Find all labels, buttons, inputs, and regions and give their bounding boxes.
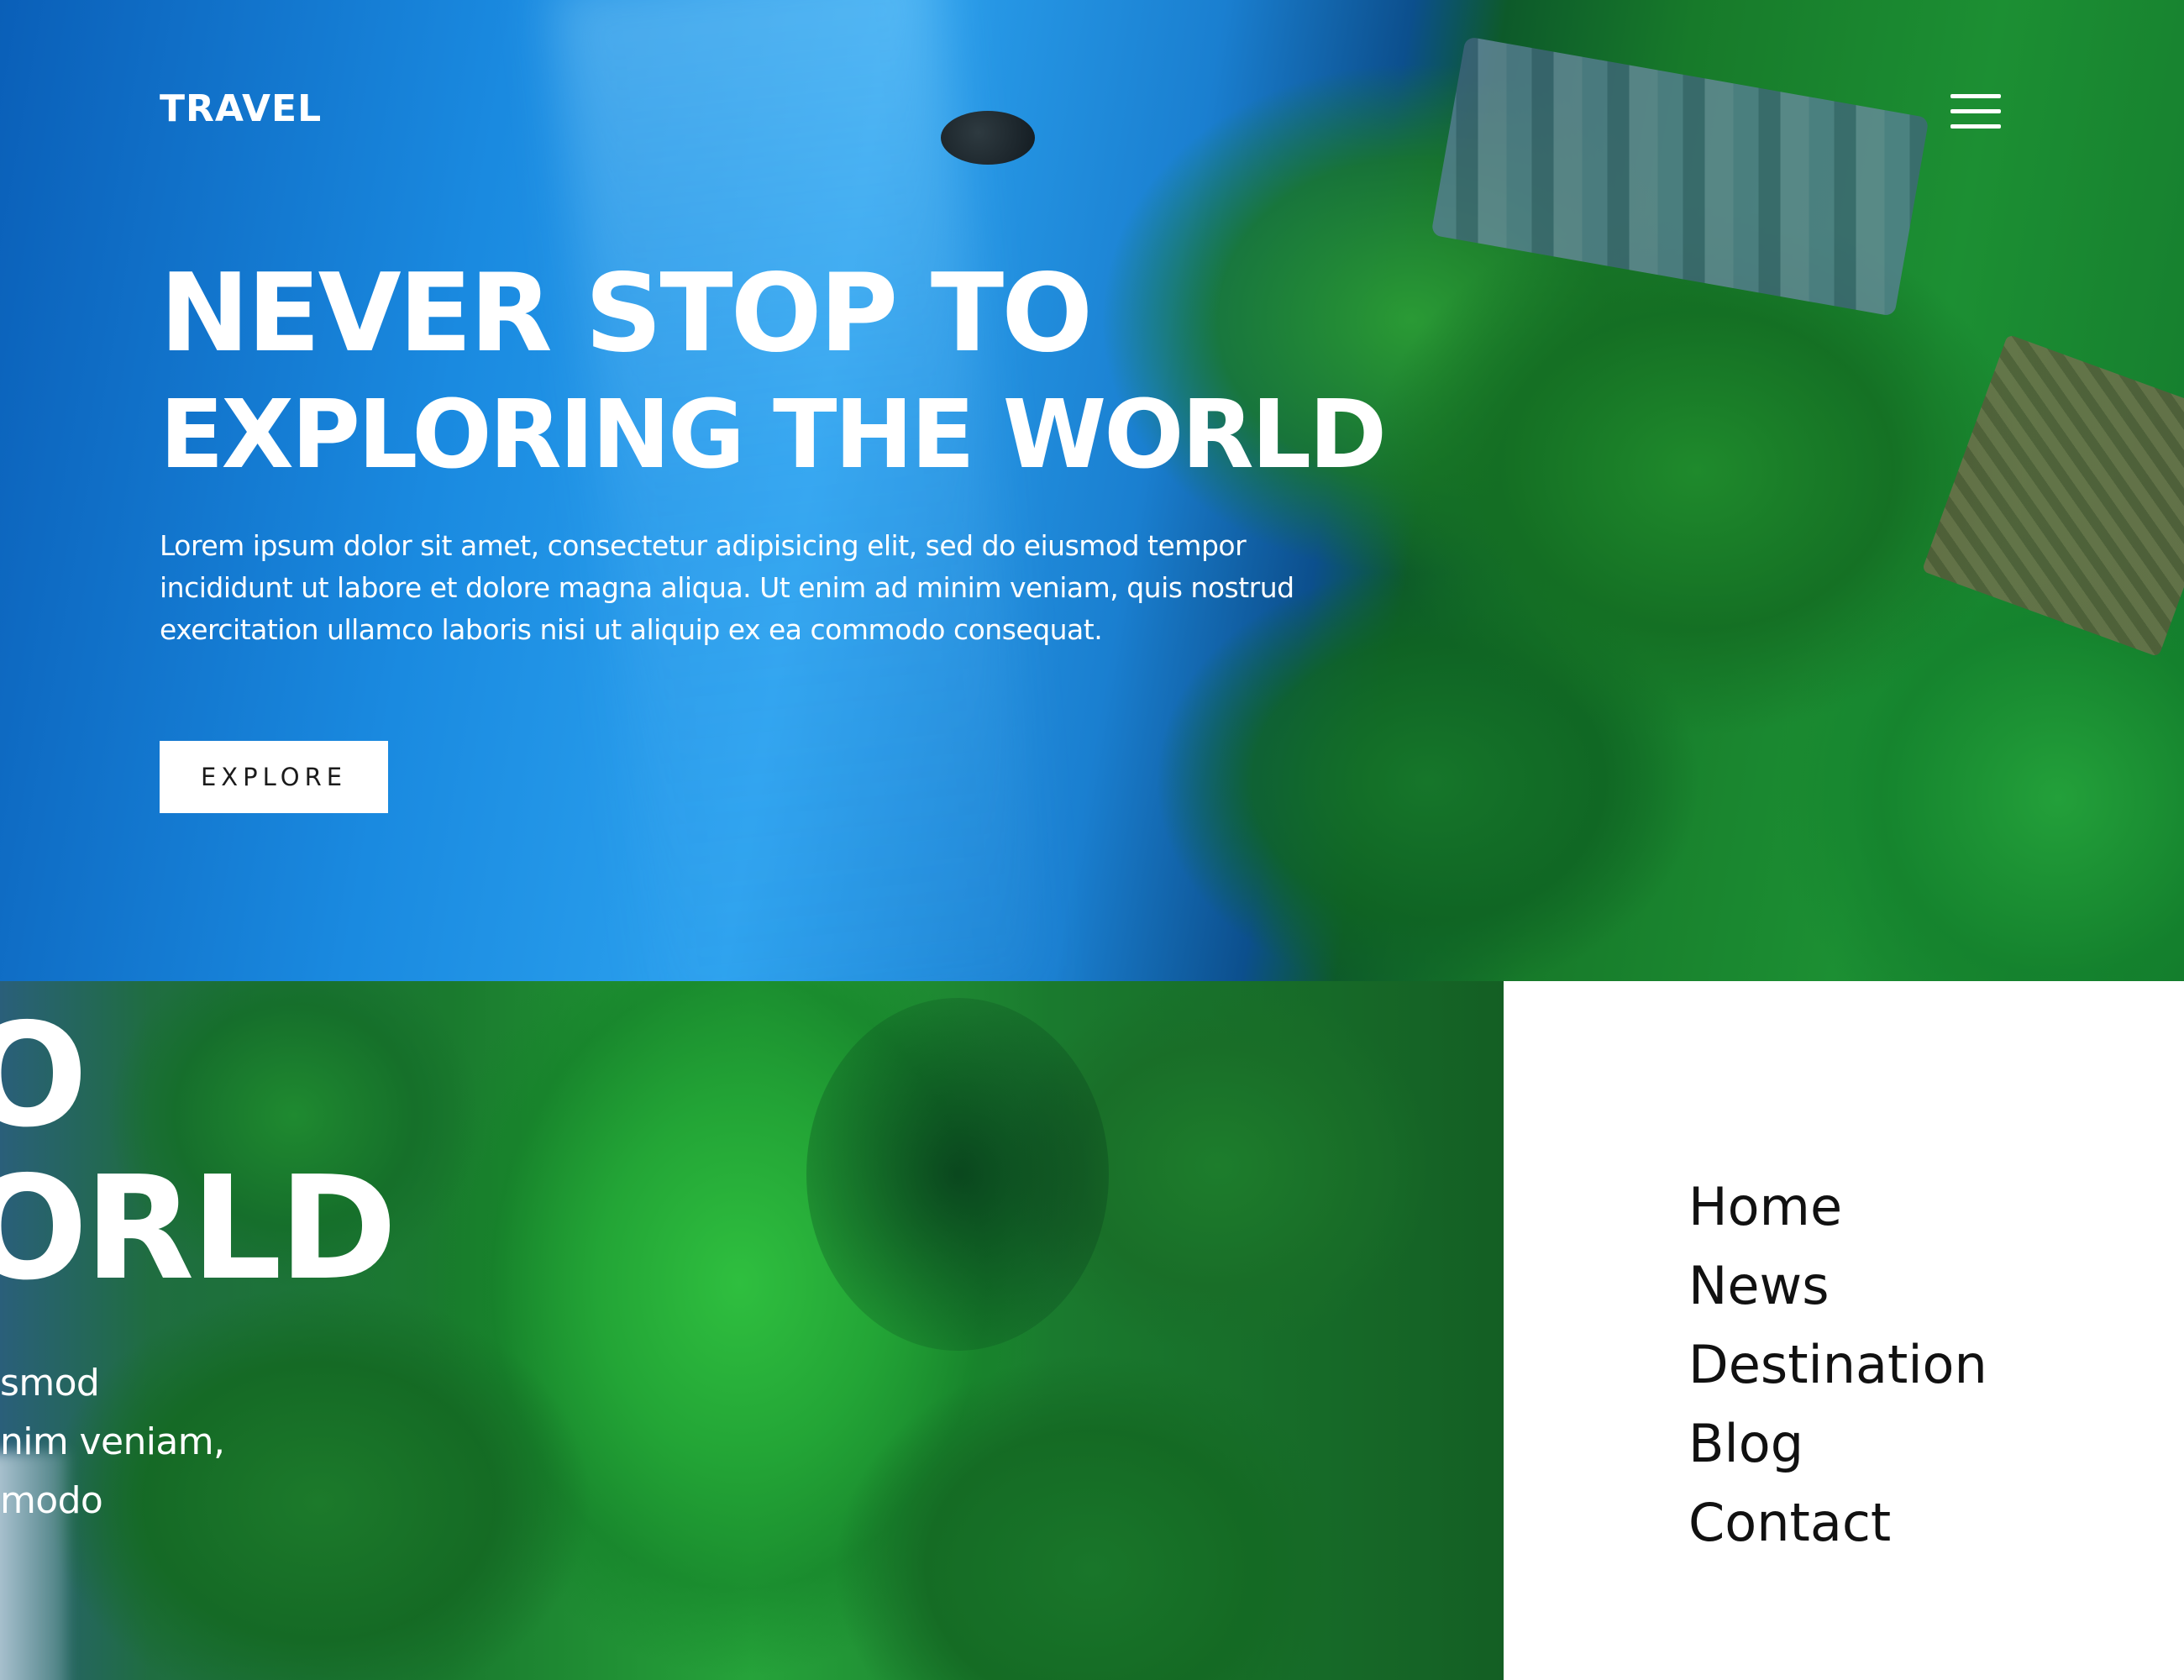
zoomed-paragraph-line: modo bbox=[0, 1479, 103, 1522]
zoomed-paragraph-line: nim veniam, bbox=[0, 1420, 225, 1463]
nav-item-home[interactable]: Home bbox=[1688, 1168, 1987, 1247]
nav-menu-panel: Home News Destination Blog Contact bbox=[1504, 981, 2184, 1680]
hero-headline-line1: NEVER STOP TO bbox=[160, 251, 1093, 376]
nav-item-blog[interactable]: Blog bbox=[1688, 1404, 1987, 1483]
brand-logo[interactable]: TRAVEL bbox=[160, 87, 322, 130]
hero-background-roof bbox=[1921, 333, 2184, 658]
nav-item-contact[interactable]: Contact bbox=[1688, 1483, 1987, 1562]
hero-paragraph: Lorem ipsum dolor sit amet, consectetur … bbox=[160, 529, 1294, 646]
zoomed-paragraph-fragment: smod nim veniam, modo bbox=[0, 1354, 225, 1530]
zoomed-paragraph-line: smod bbox=[0, 1362, 100, 1404]
hero-background-rock bbox=[941, 111, 1035, 165]
explore-button[interactable]: EXPLORE bbox=[160, 741, 388, 813]
hamburger-line bbox=[1950, 109, 2001, 113]
hamburger-line bbox=[1950, 94, 2001, 98]
hero-headline-line2: EXPLORING THE WORLD bbox=[160, 381, 1387, 490]
nav-item-news[interactable]: News bbox=[1688, 1247, 1987, 1326]
nav-item-destination[interactable]: Destination bbox=[1688, 1326, 1987, 1404]
nav-menu-list: Home News Destination Blog Contact bbox=[1688, 1168, 1987, 1562]
hero-zoomed-background bbox=[0, 981, 1504, 1680]
hamburger-menu-icon[interactable] bbox=[1950, 94, 2001, 129]
hero-section: TRAVEL NEVER STOP TO EXPLORING THE WORLD… bbox=[0, 0, 2184, 981]
hero-background-rooftops bbox=[1431, 36, 1929, 317]
foliage-shadow bbox=[806, 998, 1109, 1351]
zoomed-headline-fragment-1: O bbox=[0, 993, 88, 1159]
hamburger-line bbox=[1950, 124, 2001, 129]
zoomed-headline-fragment-2: ORLD bbox=[0, 1146, 397, 1312]
